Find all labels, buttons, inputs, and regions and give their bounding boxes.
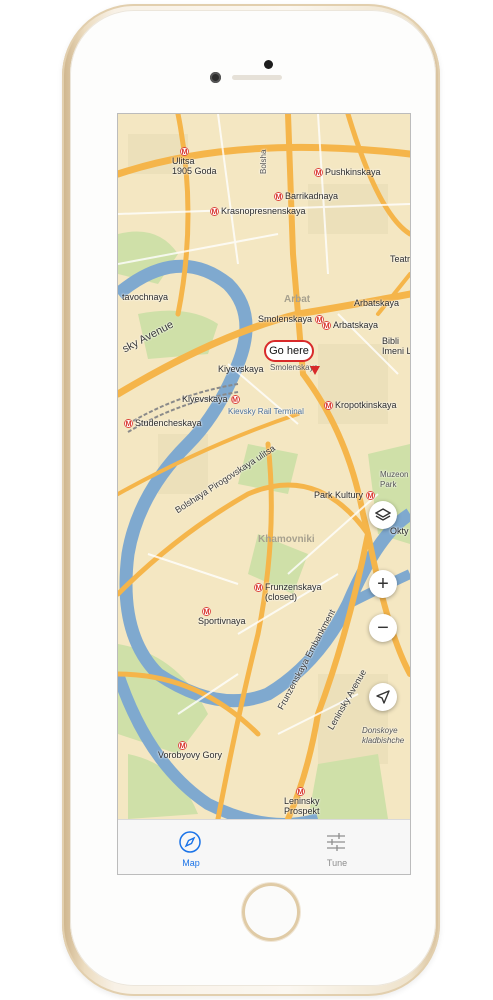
app-screen: Arbat Khamovniki M Ulitsa 1905 Goda M Bar…: [117, 113, 411, 875]
go-here-callout[interactable]: Go here: [264, 340, 314, 362]
label-kievsky-rail-terminal: Kievsky Rail Terminal: [228, 407, 304, 416]
station-arbatskaya[interactable]: M Arbatskaya: [322, 320, 379, 331]
metro-icon: M: [210, 207, 219, 217]
station-barrikadnaya[interactable]: M Barrikadnaya: [274, 191, 339, 202]
label-teatr: Teatr: [390, 254, 411, 264]
layers-button[interactable]: [369, 501, 397, 529]
street-label-tavochnaya: tavochnaya: [122, 292, 169, 302]
tab-map-label: Map: [182, 858, 200, 868]
station-label: Barrikadnaya: [285, 191, 339, 201]
compass-icon: [179, 831, 201, 853]
tab-tune-label: Tune: [326, 858, 348, 868]
front-camera: [210, 72, 221, 83]
station-pushkinskaya[interactable]: M Pushkinskaya: [314, 167, 381, 178]
metro-icon: M: [254, 583, 263, 593]
station-frunzenskaya[interactable]: M Frunzenskaya (closed): [250, 582, 322, 602]
station-smolenskaya[interactable]: Smolenskaya M: [258, 314, 326, 325]
metro-icon: M: [322, 321, 331, 331]
metro-icon: M: [324, 401, 333, 411]
station-label: Arbatskaya: [333, 320, 379, 330]
station-label: Ulitsa 1905 Goda: [172, 156, 217, 177]
station-kiyevskaya[interactable]: Kiyevskaya: [218, 364, 264, 374]
sliders-icon: [327, 833, 345, 851]
station-sportivnaya[interactable]: M Sportivnaya: [198, 606, 246, 626]
station-kropotkinskaya[interactable]: M Kropotkinskaya: [324, 400, 397, 411]
station-studencheskaya[interactable]: M Studencheskaya: [124, 418, 202, 429]
station-label: Frunzenskaya (closed): [265, 582, 322, 602]
station-label: Sportivnaya: [198, 616, 246, 627]
station-ulitsa-1905-goda[interactable]: M Ulitsa 1905 Goda: [172, 146, 217, 176]
metro-icon: M: [296, 787, 305, 797]
station-label: Smolenskaya: [258, 314, 313, 324]
home-button[interactable]: [242, 883, 300, 941]
station-arbatskaya-2[interactable]: Arbatskaya: [354, 298, 399, 308]
metro-icon: M: [178, 741, 187, 751]
station-label: Vorobyovy Gory: [158, 750, 223, 761]
label-donskoye: Donskoye kladbishche: [362, 726, 405, 745]
tab-tune[interactable]: Tune: [264, 820, 410, 874]
station-label: Park Kultury: [314, 490, 364, 500]
label-muzeon-park: Muzeon Park: [380, 470, 409, 489]
layers-icon: [375, 508, 391, 521]
locate-arrow-icon: [376, 690, 390, 704]
district-label-arbat: Arbat: [284, 294, 311, 305]
station-park-kultury[interactable]: Park Kultury M: [314, 490, 377, 501]
label-bolsha: Bolsha: [259, 149, 268, 174]
station-label: Studencheskaya: [135, 418, 202, 428]
metro-icon: M: [366, 491, 376, 501]
label-biblioteka: Bibli Imeni L: [382, 336, 410, 356]
metro-icon: M: [202, 607, 211, 617]
station-label: Pushkinskaya: [325, 167, 381, 177]
station-label: Kiyevskaya: [182, 394, 228, 404]
station-label: Kropotkinskaya: [335, 400, 397, 410]
station-vorobyovy-gory[interactable]: M Vorobyovy Gory: [158, 740, 222, 760]
station-label: Kiyevskaya: [218, 364, 264, 374]
metro-icon: M: [230, 395, 240, 405]
station-leninsky-prospekt[interactable]: M Leninsky Prospekt: [284, 786, 320, 816]
zoom-in-button[interactable]: +: [369, 570, 397, 598]
proximity-sensor: [264, 60, 273, 69]
metro-icon: M: [124, 419, 133, 429]
tab-bar: Map Tune: [118, 819, 410, 874]
station-label: Krasnopresnenskaya: [221, 206, 306, 216]
map-canvas[interactable]: [118, 114, 410, 819]
station-label: Leninsky Prospekt: [284, 796, 320, 817]
locate-button[interactable]: [369, 683, 397, 711]
station-kiyevskaya-2[interactable]: Kiyevskaya M: [182, 394, 242, 405]
zoom-out-button[interactable]: −: [369, 614, 397, 642]
district-label-khamovniki: Khamovniki: [258, 534, 315, 545]
station-krasnopresnenskaya[interactable]: M Krasnopresnenskaya: [210, 206, 306, 217]
destination-pin-icon: [310, 366, 320, 375]
metro-icon: M: [314, 168, 323, 178]
metro-icon: M: [180, 147, 189, 157]
tab-map[interactable]: Map: [118, 820, 264, 874]
station-label: Arbatskaya: [354, 298, 400, 308]
metro-icon: M: [274, 192, 283, 202]
label-okty: Okty: [390, 526, 409, 536]
earpiece-speaker: [232, 75, 282, 80]
